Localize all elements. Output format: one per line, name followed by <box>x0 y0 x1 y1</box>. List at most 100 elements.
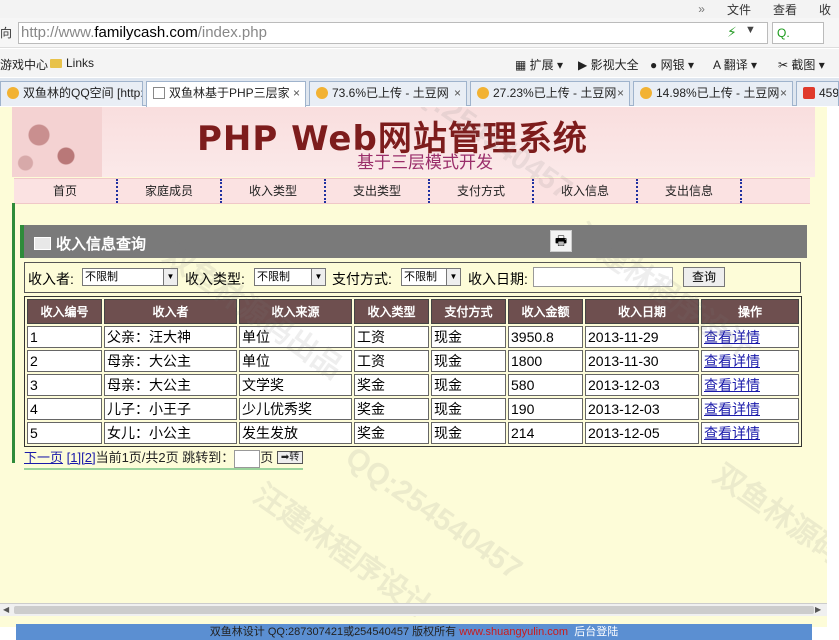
cell-amount: 214 <box>508 422 583 444</box>
payment-method-select-value: 不限制 <box>404 271 437 284</box>
tudou-icon <box>803 87 815 99</box>
toolbar-extensions[interactable]: ▦ 扩展 ▾ <box>515 56 563 73</box>
scrollbar-thumb[interactable] <box>14 606 814 614</box>
screenshot-label: 截图 <box>791 58 816 72</box>
search-form: 收入者: 不限制 ▼ 收入类型: 不限制 ▼ 支付方式: 不限制 ▼ 收入日期: 查询 <box>24 262 801 293</box>
footer-site-link[interactable]: www.shuangyulin.com <box>459 626 568 638</box>
toolbar-video[interactable]: ▶ 影视大全 <box>578 56 639 73</box>
search-engine-label: Q. <box>777 26 790 40</box>
close-tab-icon[interactable]: × <box>293 82 300 104</box>
cell-date: 2013-11-29 <box>585 326 699 348</box>
site-banner: PHP Web网站管理系统 基于三层模式开发 <box>12 107 815 177</box>
col-amount: 收入金额 <box>508 299 583 324</box>
search-engine-button[interactable]: Q. <box>772 22 824 44</box>
bookmark-game-center[interactable]: 游戏中心 <box>0 56 48 73</box>
horizontal-scrollbar[interactable]: ◀ ▶ <box>0 603 827 616</box>
cell-action: 查看详情 <box>701 350 799 372</box>
nav-payment-methods[interactable]: 支付方式 <box>430 179 534 203</box>
cell-type: 工资 <box>354 326 429 348</box>
cell-type: 奖金 <box>354 374 429 396</box>
page-1-link[interactable]: [1] <box>67 450 81 465</box>
next-page-link[interactable]: 下一页 <box>24 450 63 465</box>
cell-date: 2013-11-30 <box>585 350 699 372</box>
cell-payment: 现金 <box>431 422 506 444</box>
left-accent-bar <box>12 203 15 463</box>
page-2-link[interactable]: [2] <box>81 450 95 465</box>
speed-mode-icon[interactable]: ⚡ <box>727 24 737 41</box>
cell-id: 3 <box>27 374 102 396</box>
admin-login-link[interactable]: 后台登陆 <box>574 626 618 638</box>
close-tab-icon[interactable]: × <box>617 82 624 104</box>
toolbar-bank[interactable]: ● 网银 ▾ <box>650 56 694 73</box>
cell-source: 单位 <box>239 326 352 348</box>
toolbar-screenshot[interactable]: ✂ 截图 ▾ <box>778 56 825 73</box>
url-input[interactable]: http://www.familycash.com/index.php <box>18 22 768 44</box>
nav-home[interactable]: 首页 <box>14 179 118 203</box>
tab-upload-1[interactable]: 73.6%已上传 - 土豆网 × <box>309 81 467 106</box>
scroll-right-icon[interactable]: ▶ <box>815 604 821 616</box>
smiley-icon <box>477 87 489 99</box>
col-id: 收入编号 <box>27 299 102 324</box>
nav-expense-info[interactable]: 支出信息 <box>638 179 742 203</box>
cell-type: 工资 <box>354 350 429 372</box>
back-button[interactable]: 向 <box>0 24 12 41</box>
nav-family-members[interactable]: 家庭成员 <box>118 179 222 203</box>
menu-favorites[interactable]: 收 <box>819 1 831 18</box>
view-details-link[interactable]: 查看详情 <box>704 329 760 345</box>
nav-expense-types[interactable]: 支出类型 <box>326 179 430 203</box>
bank-label: 网银 <box>660 58 685 72</box>
bookmark-links[interactable]: Links <box>50 56 94 70</box>
chevron-down-icon: ▼ <box>311 269 325 286</box>
vertical-scrollbar[interactable] <box>827 107 839 627</box>
cell-date: 2013-12-03 <box>585 374 699 396</box>
url-prefix: http://www. <box>21 24 95 41</box>
tab-title: 459 <box>819 86 839 100</box>
cell-payment: 现金 <box>431 326 506 348</box>
cell-amount: 3950.8 <box>508 326 583 348</box>
scroll-left-icon[interactable]: ◀ <box>3 604 9 616</box>
close-tab-icon[interactable]: × <box>780 82 787 104</box>
tab-php-system[interactable]: 双鱼林基于PHP三层家 × <box>146 81 306 107</box>
view-details-link[interactable]: 查看详情 <box>704 353 760 369</box>
watermark: 双鱼林源码出品 <box>707 458 827 606</box>
cell-amount: 190 <box>508 398 583 420</box>
cell-action: 查看详情 <box>701 422 799 444</box>
go-button[interactable]: ➡转 <box>276 451 304 464</box>
cell-payment: 现金 <box>431 398 506 420</box>
query-button-label: 查询 <box>683 267 726 287</box>
payment-method-select[interactable]: 不限制 ▼ <box>401 268 461 287</box>
nav-income-info[interactable]: 收入信息 <box>534 179 638 203</box>
view-details-link[interactable]: 查看详情 <box>704 377 760 393</box>
browser-menu-bar: » 文件 查看 收 <box>0 0 839 18</box>
cell-payer: 母亲：大公主 <box>104 374 237 396</box>
menu-view[interactable]: 查看 <box>773 1 797 18</box>
cell-payer: 儿子：小王子 <box>104 398 237 420</box>
payer-select-value: 不限制 <box>85 271 118 284</box>
tab-more[interactable]: 459 <box>796 81 839 106</box>
table-row: 1 父亲：汪大神 单位 工资 现金 3950.8 2013-11-29 查看详情 <box>27 326 799 348</box>
url-history-dropdown-icon[interactable]: ▼ <box>745 24 756 36</box>
income-date-input[interactable] <box>533 267 673 287</box>
payer-select[interactable]: 不限制 ▼ <box>82 268 178 287</box>
view-details-link[interactable]: 查看详情 <box>704 425 760 441</box>
menu-overflow-chevron[interactable]: » <box>698 2 705 16</box>
tab-upload-3[interactable]: 14.98%已上传 - 土豆网 × <box>633 81 793 106</box>
tab-qq-space[interactable]: 双鱼林的QQ空间 [http: <box>0 81 143 106</box>
jump-page-input[interactable] <box>234 449 261 468</box>
cell-id: 5 <box>27 422 102 444</box>
cell-date: 2013-12-03 <box>585 398 699 420</box>
query-button[interactable]: 查询 <box>683 267 726 287</box>
tab-title: 27.23%已上传 - 土豆网 <box>493 86 617 100</box>
main-nav: 首页 家庭成员 收入类型 支出类型 支付方式 收入信息 支出信息 <box>14 178 810 204</box>
toolbar-translate[interactable]: A 翻译 ▾ <box>713 56 757 73</box>
nav-income-types[interactable]: 收入类型 <box>222 179 326 203</box>
income-type-select[interactable]: 不限制 ▼ <box>254 268 326 287</box>
folder-icon <box>50 59 62 68</box>
footer-copyright: 双鱼林设计 QQ:287307421或254540457 版权所有 <box>209 626 460 638</box>
menu-file[interactable]: 文件 <box>727 1 751 18</box>
table-row: 3 母亲：大公主 文学奖 奖金 现金 580 2013-12-03 查看详情 <box>27 374 799 396</box>
view-details-link[interactable]: 查看详情 <box>704 401 760 417</box>
close-tab-icon[interactable]: × <box>454 82 461 104</box>
printer-icon[interactable]: 🖶 <box>550 230 572 252</box>
tab-upload-2[interactable]: 27.23%已上传 - 土豆网 × <box>470 81 630 106</box>
